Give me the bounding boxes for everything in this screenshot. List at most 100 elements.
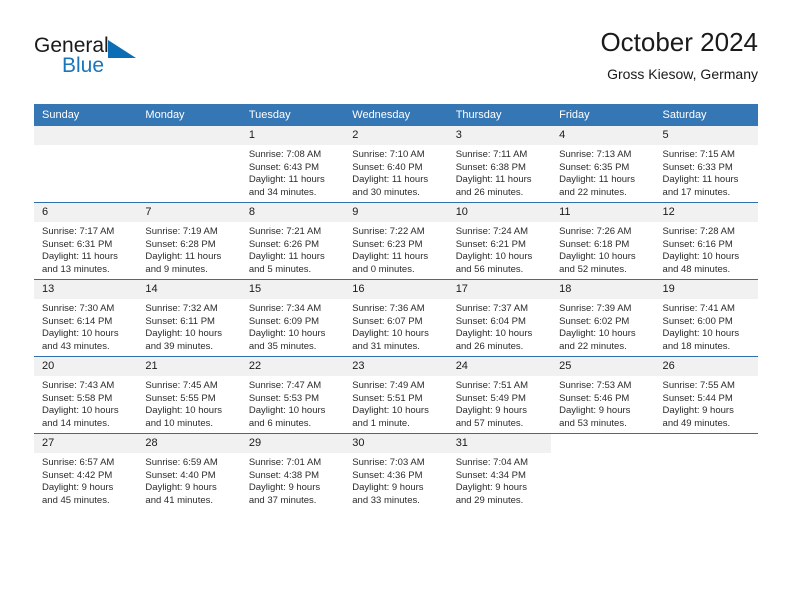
- day-number: 12: [654, 203, 758, 222]
- calendar-day-cell[interactable]: 1 Sunrise: 7:08 AM Sunset: 6:43 PM Daylight…: [240, 126, 345, 203]
- day-number: 28: [137, 434, 241, 453]
- calendar-day-cell[interactable]: 25 Sunrise: 7:53 AM Sunset: 5:46 PM Dayligh…: [551, 356, 655, 434]
- calendar-day-cell[interactable]: 23 Sunrise: 7:49 AM Sunset: 5:51 PM Dayligh…: [344, 356, 448, 434]
- calendar-day-cell[interactable]: 8 Sunrise: 7:21 AM Sunset: 6:26 PM Daylight…: [240, 202, 345, 280]
- calendar-day-cell[interactable]: 4 Sunrise: 7:13 AM Sunset: 6:35 PM Daylight…: [551, 126, 655, 203]
- day-details: Sunrise: 7:51 AM Sunset: 5:49 PM Daylight:…: [448, 376, 551, 430]
- sunrise-text: Sunrise: 7:26 AM: [559, 226, 632, 237]
- day-details: Sunrise: 7:03 AM Sunset: 4:36 PM Daylight:…: [344, 453, 447, 507]
- day-details: Sunrise: 7:37 AM Sunset: 6:04 PM Daylight:…: [448, 299, 551, 353]
- calendar-day-cell[interactable]: 13 Sunrise: 7:30 AM Sunset: 6:14 PM Dayligh…: [34, 279, 138, 357]
- calendar-week-row: 20 Sunrise: 7:43 AM Sunset: 5:58 PM Dayligh…: [34, 356, 758, 434]
- day-number: 24: [447, 357, 552, 376]
- sunset-text: Sunset: 5:46 PM: [559, 392, 630, 404]
- sunset-text: Sunset: 6:31 PM: [42, 238, 113, 250]
- sunrise-text: Sunrise: 7:10 AM: [352, 149, 425, 160]
- daylight-text: Daylight: 10 hours and 6 minutes.: [248, 405, 326, 429]
- day-details: Sunrise: 6:57 AM Sunset: 4:42 PM Daylight:…: [34, 453, 137, 507]
- calendar-day-cell[interactable]: 2 Sunrise: 7:10 AM Sunset: 6:40 PM Daylight…: [344, 126, 448, 203]
- sunset-text: Sunset: 4:40 PM: [145, 469, 216, 481]
- page-header: General Blue October 2024 Gross Kiesow, …: [34, 26, 758, 98]
- sunset-text: Sunset: 5:58 PM: [42, 392, 113, 404]
- day-number: 6: [34, 203, 138, 222]
- calendar-day-cell-empty: [654, 433, 758, 510]
- day-details: Sunrise: 7:13 AM Sunset: 6:35 PM Daylight:…: [551, 145, 654, 199]
- sunset-text: Sunset: 6:16 PM: [662, 238, 733, 250]
- calendar-day-cell[interactable]: 28 Sunrise: 6:59 AM Sunset: 4:40 PM Dayligh…: [137, 433, 241, 510]
- daylight-text: Daylight: 10 hours and 22 minutes.: [559, 328, 636, 352]
- weekday-header-monday: Monday: [137, 104, 241, 126]
- day-number: 7: [137, 203, 241, 222]
- general-blue-logo[interactable]: General Blue: [34, 34, 234, 86]
- sunset-text: Sunset: 6:33 PM: [662, 161, 733, 173]
- calendar-grid: Sunday Monday Tuesday Wednesday Thursday Frid…: [34, 104, 758, 510]
- daylight-text: Daylight: 10 hours and 14 minutes.: [42, 405, 119, 429]
- calendar-day-cell[interactable]: 10 Sunrise: 7:24 AM Sunset: 6:21 PM Dayligh…: [447, 202, 552, 280]
- calendar-day-cell[interactable]: 31 Sunrise: 7:04 AM Sunset: 4:34 PM Dayligh…: [447, 433, 552, 510]
- sunrise-text: Sunrise: 7:28 AM: [662, 226, 735, 237]
- day-number: 18: [551, 280, 655, 299]
- day-number: 4: [551, 126, 655, 145]
- calendar-day-cell[interactable]: 11 Sunrise: 7:26 AM Sunset: 6:18 PM Dayligh…: [551, 202, 655, 280]
- calendar-day-cell[interactable]: 21 Sunrise: 7:45 AM Sunset: 5:55 PM Dayligh…: [137, 356, 241, 434]
- calendar-day-cell[interactable]: 19 Sunrise: 7:41 AM Sunset: 6:00 PM Dayligh…: [654, 279, 758, 357]
- calendar-day-cell[interactable]: 16 Sunrise: 7:36 AM Sunset: 6:07 PM Dayligh…: [344, 279, 448, 357]
- sunrise-text: Sunrise: 6:57 AM: [42, 457, 115, 468]
- calendar-day-cell[interactable]: 6 Sunrise: 7:17 AM Sunset: 6:31 PM Daylight…: [34, 202, 138, 280]
- day-details: Sunrise: 7:43 AM Sunset: 5:58 PM Daylight:…: [34, 376, 137, 430]
- sunset-text: Sunset: 6:21 PM: [455, 238, 526, 250]
- calendar-day-cell[interactable]: 12 Sunrise: 7:28 AM Sunset: 6:16 PM Dayligh…: [654, 202, 758, 280]
- daylight-text: Daylight: 11 hours and 26 minutes.: [455, 174, 532, 198]
- calendar-day-cell[interactable]: 22 Sunrise: 7:47 AM Sunset: 5:53 PM Dayligh…: [240, 356, 345, 434]
- day-details: Sunrise: 7:17 AM Sunset: 6:31 PM Daylight:…: [34, 222, 137, 276]
- title-block: October 2024 Gross Kiesow, Germany: [600, 26, 758, 84]
- calendar-day-cell[interactable]: 18 Sunrise: 7:39 AM Sunset: 6:02 PM Dayligh…: [551, 279, 655, 357]
- day-number: 17: [447, 280, 552, 299]
- sunrise-text: Sunrise: 7:22 AM: [352, 226, 425, 237]
- day-details: Sunrise: 7:36 AM Sunset: 6:07 PM Daylight:…: [344, 299, 447, 353]
- day-number: 3: [447, 126, 552, 145]
- day-details: Sunrise: 7:28 AM Sunset: 6:16 PM Daylight:…: [655, 222, 758, 276]
- sunrise-text: Sunrise: 7:08 AM: [248, 149, 322, 160]
- day-number: [34, 126, 138, 145]
- sunset-text: Sunset: 6:26 PM: [248, 238, 320, 250]
- calendar-day-cell[interactable]: 30 Sunrise: 7:03 AM Sunset: 4:36 PM Dayligh…: [344, 433, 448, 510]
- sunset-text: Sunset: 6:23 PM: [352, 238, 423, 250]
- day-number: 19: [654, 280, 758, 299]
- sunset-text: Sunset: 6:35 PM: [559, 161, 630, 173]
- day-details: Sunrise: 7:11 AM Sunset: 6:38 PM Daylight:…: [448, 145, 551, 199]
- calendar-page: General Blue October 2024 Gross Kiesow, …: [0, 0, 792, 612]
- calendar-day-cell[interactable]: 26 Sunrise: 7:55 AM Sunset: 5:44 PM Dayligh…: [654, 356, 758, 434]
- day-details: Sunrise: 7:49 AM Sunset: 5:51 PM Daylight:…: [344, 376, 447, 430]
- sunset-text: Sunset: 6:04 PM: [455, 315, 526, 327]
- daylight-text: Daylight: 9 hours and 45 minutes.: [42, 482, 114, 506]
- sunset-text: Sunset: 4:34 PM: [455, 469, 526, 481]
- daylight-text: Daylight: 11 hours and 34 minutes.: [248, 174, 325, 198]
- day-number: 14: [137, 280, 241, 299]
- sunrise-text: Sunrise: 7:01 AM: [248, 457, 322, 468]
- daylight-text: Daylight: 11 hours and 30 minutes.: [352, 174, 429, 198]
- calendar-day-cell[interactable]: 14 Sunrise: 7:32 AM Sunset: 6:11 PM Dayligh…: [137, 279, 241, 357]
- day-number: 30: [344, 434, 448, 453]
- calendar-day-cell[interactable]: 5 Sunrise: 7:15 AM Sunset: 6:33 PM Daylight…: [654, 126, 758, 203]
- sunrise-text: Sunrise: 7:37 AM: [455, 303, 529, 314]
- day-number: 21: [137, 357, 241, 376]
- sunrise-text: Sunrise: 7:39 AM: [559, 303, 632, 314]
- sunset-text: Sunset: 5:44 PM: [662, 392, 733, 404]
- calendar-day-cell[interactable]: 3 Sunrise: 7:11 AM Sunset: 6:38 PM Daylight…: [447, 126, 552, 203]
- calendar-day-cell[interactable]: 7 Sunrise: 7:19 AM Sunset: 6:28 PM Daylight…: [137, 202, 241, 280]
- calendar-day-cell[interactable]: 20 Sunrise: 7:43 AM Sunset: 5:58 PM Dayligh…: [34, 356, 138, 434]
- calendar-day-cell[interactable]: 15 Sunrise: 7:34 AM Sunset: 6:09 PM Dayligh…: [240, 279, 345, 357]
- day-details: Sunrise: 7:15 AM Sunset: 6:33 PM Daylight:…: [655, 145, 758, 199]
- calendar-day-cell[interactable]: 9 Sunrise: 7:22 AM Sunset: 6:23 PM Daylight…: [344, 202, 448, 280]
- calendar-day-cell[interactable]: 24 Sunrise: 7:51 AM Sunset: 5:49 PM Dayligh…: [447, 356, 552, 434]
- daylight-text: Daylight: 9 hours and 37 minutes.: [248, 482, 321, 506]
- calendar-day-cell[interactable]: 17 Sunrise: 7:37 AM Sunset: 6:04 PM Dayligh…: [447, 279, 552, 357]
- calendar-day-cell[interactable]: 29 Sunrise: 7:01 AM Sunset: 4:38 PM Dayligh…: [240, 433, 345, 510]
- day-details: Sunrise: 7:41 AM Sunset: 6:00 PM Daylight:…: [655, 299, 758, 353]
- calendar-day-cell-empty: [551, 433, 655, 510]
- sunrise-text: Sunrise: 7:15 AM: [662, 149, 735, 160]
- calendar-day-cell[interactable]: 27 Sunrise: 6:57 AM Sunset: 4:42 PM Dayligh…: [34, 433, 138, 510]
- day-number: [137, 126, 241, 145]
- sunrise-text: Sunrise: 7:30 AM: [42, 303, 115, 314]
